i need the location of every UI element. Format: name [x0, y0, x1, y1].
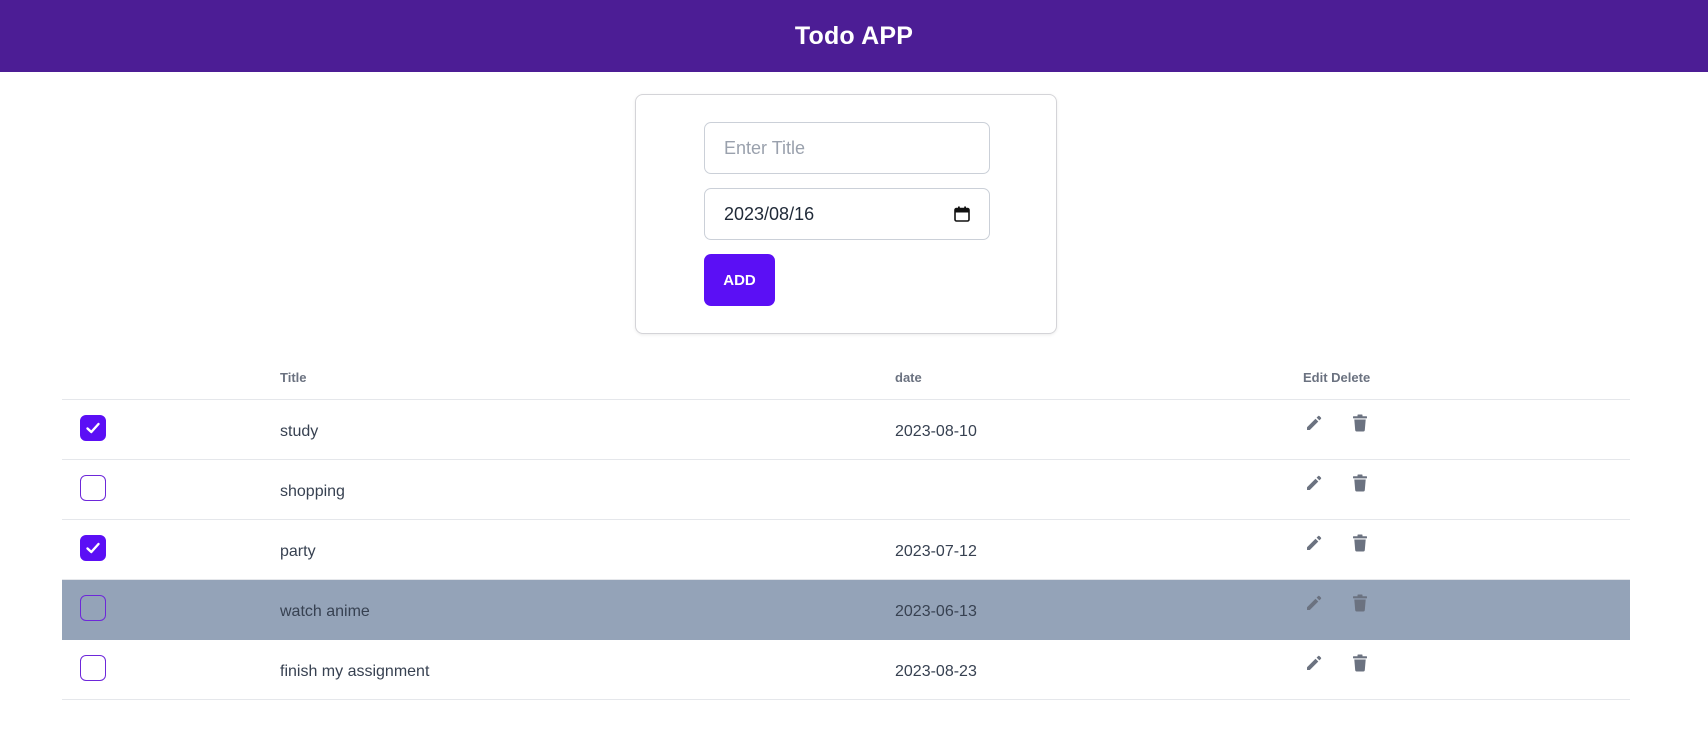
title-input[interactable]: [704, 122, 990, 174]
todo-checkbox[interactable]: [80, 654, 106, 681]
todo-checkbox[interactable]: [80, 594, 106, 621]
todo-title: watch anime: [280, 602, 370, 620]
date-input[interactable]: 2023/08/16: [704, 188, 990, 240]
row-check-cell: [62, 594, 280, 621]
table-row: party 2023-07-12: [62, 520, 1630, 580]
todo-date: 2023-07-12: [895, 542, 977, 560]
todo-checkbox[interactable]: [80, 414, 106, 441]
row-check-cell: [62, 654, 280, 681]
add-todo-form: 2023/08/16 ADD: [635, 94, 1057, 334]
table-row: study 2023-08-10: [62, 400, 1630, 460]
calendar-icon[interactable]: [954, 206, 970, 222]
date-value: 2023/08/16: [724, 203, 815, 224]
check-icon: [85, 540, 101, 556]
todo-title: party: [280, 542, 316, 560]
todo-title: finish my assignment: [280, 662, 430, 680]
table-row: finish my assignment 2023-08-23: [62, 640, 1630, 700]
todo-title: study: [280, 422, 319, 440]
row-actions: [1303, 640, 1630, 674]
row-actions: [1303, 520, 1630, 554]
row-check-cell: [62, 414, 280, 441]
todo-checkbox[interactable]: [80, 534, 106, 561]
table-body: study 2023-08-10 shopping party 2023-07-12 wa…: [62, 400, 1630, 700]
todo-table: Title date Edit Delete study 2023-08-10 sh…: [62, 356, 1630, 700]
todo-date: 2023-08-23: [895, 662, 977, 680]
pencil-icon[interactable]: [1303, 592, 1325, 614]
app-title: Todo APP: [794, 21, 914, 50]
pencil-icon[interactable]: [1303, 652, 1325, 674]
row-check-cell: [62, 474, 280, 501]
trash-icon[interactable]: [1349, 412, 1371, 434]
row-actions: [1303, 460, 1630, 494]
todo-date: 2023-06-13: [895, 602, 977, 620]
pencil-icon[interactable]: [1303, 412, 1325, 434]
trash-icon[interactable]: [1349, 472, 1371, 494]
todo-date: 2023-08-10: [895, 422, 977, 440]
table-row: watch anime 2023-06-13: [62, 580, 1630, 640]
header-title: Title: [280, 370, 307, 385]
row-actions: [1303, 580, 1630, 614]
header-date: date: [895, 370, 922, 385]
pencil-icon[interactable]: [1303, 532, 1325, 554]
check-icon: [85, 420, 101, 436]
pencil-icon[interactable]: [1303, 472, 1325, 494]
add-button[interactable]: ADD: [704, 254, 775, 306]
trash-icon[interactable]: [1349, 592, 1371, 614]
todo-title: shopping: [280, 482, 345, 500]
header-actions: Edit Delete: [1303, 370, 1371, 385]
trash-icon[interactable]: [1349, 532, 1371, 554]
table-header: Title date Edit Delete: [62, 356, 1630, 400]
table-row: shopping: [62, 460, 1630, 520]
row-actions: [1303, 400, 1630, 434]
todo-checkbox[interactable]: [80, 474, 106, 501]
row-check-cell: [62, 534, 280, 561]
app-header: Todo APP: [0, 0, 1708, 72]
trash-icon[interactable]: [1349, 652, 1371, 674]
todo-date: [895, 488, 1303, 492]
